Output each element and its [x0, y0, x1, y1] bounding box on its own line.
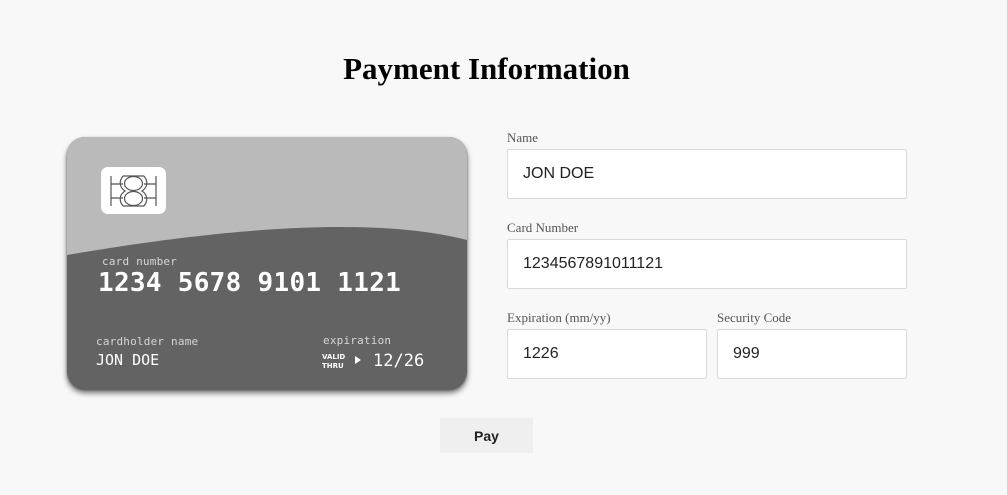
expiration-label: expiration — [323, 334, 392, 347]
expiration-display: 12/26 — [373, 351, 425, 371]
page-title: Payment Information — [343, 51, 630, 86]
card-number-display: 1234 5678 9101 1121 — [98, 268, 402, 298]
valid-thru-label: VALID THRU — [322, 353, 346, 370]
expiration-input[interactable] — [507, 329, 707, 379]
expiration-field-label: Expiration (mm/yy) — [507, 310, 611, 325]
security-code-input[interactable] — [717, 329, 907, 379]
card-number-label: card number — [102, 255, 178, 268]
chip-icon — [101, 167, 166, 214]
card-number-input[interactable] — [507, 239, 907, 289]
name-field-label: Name — [507, 130, 539, 145]
cardholder-name-label: cardholder name — [96, 335, 199, 348]
credit-card-preview: card number 1234 5678 9101 1121 cardhold… — [67, 137, 467, 389]
pay-button[interactable]: Pay — [440, 418, 533, 453]
card-number-field-label: Card Number — [507, 220, 579, 235]
name-input[interactable] — [507, 149, 907, 199]
arrow-right-icon — [355, 356, 361, 364]
cardholder-name-display: JON DOE — [96, 351, 160, 369]
security-code-field-label: Security Code — [717, 310, 792, 325]
